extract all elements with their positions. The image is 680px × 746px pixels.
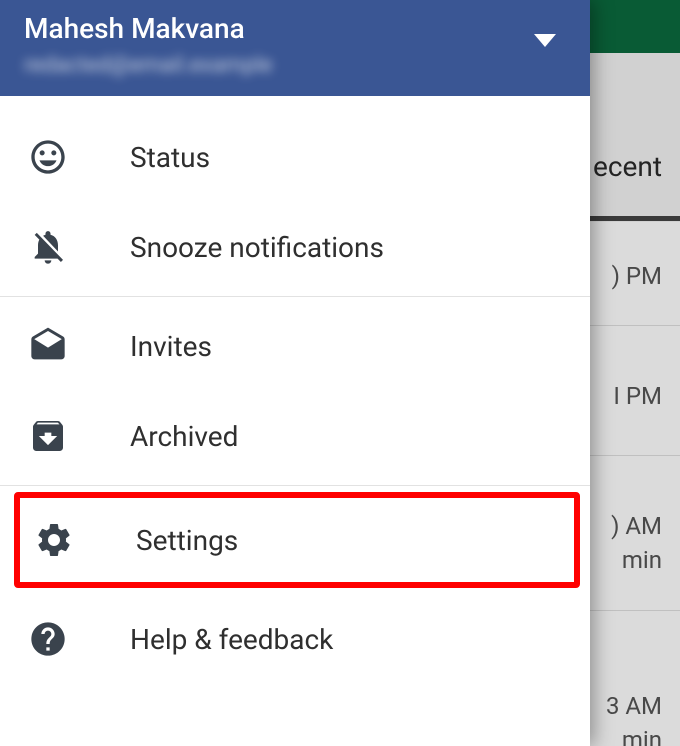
menu-label: Settings (136, 524, 238, 557)
menu-item-help[interactable]: Help & feedback (0, 594, 590, 684)
settings-highlight: Settings (14, 492, 580, 588)
gear-icon (30, 516, 78, 564)
menu-label: Invites (130, 330, 212, 363)
bell-off-icon (24, 223, 72, 271)
menu-item-archived[interactable]: Archived (0, 391, 590, 481)
menu-item-settings[interactable]: Settings (24, 498, 574, 582)
menu-item-status[interactable]: Status (0, 112, 590, 202)
account-name: Mahesh Makvana (24, 12, 566, 45)
menu-label: Status (130, 141, 210, 174)
envelope-open-icon (24, 322, 72, 370)
account-dropdown-icon[interactable] (534, 34, 556, 47)
help-icon (24, 615, 72, 663)
menu-divider (0, 485, 590, 486)
menu-label: Snooze notifications (130, 231, 384, 264)
navigation-drawer: Mahesh Makvana redacted@email.example St… (0, 0, 590, 746)
account-email-redacted: redacted@email.example (24, 53, 566, 78)
drawer-menu: Status Snooze notifications Invites (0, 96, 590, 684)
drawer-header[interactable]: Mahesh Makvana redacted@email.example (0, 0, 590, 96)
archive-icon (24, 412, 72, 460)
menu-label: Help & feedback (130, 623, 333, 656)
menu-divider (0, 296, 590, 297)
smiley-icon (24, 133, 72, 181)
menu-label: Archived (130, 420, 238, 453)
menu-item-invites[interactable]: Invites (0, 301, 590, 391)
menu-item-snooze[interactable]: Snooze notifications (0, 202, 590, 292)
